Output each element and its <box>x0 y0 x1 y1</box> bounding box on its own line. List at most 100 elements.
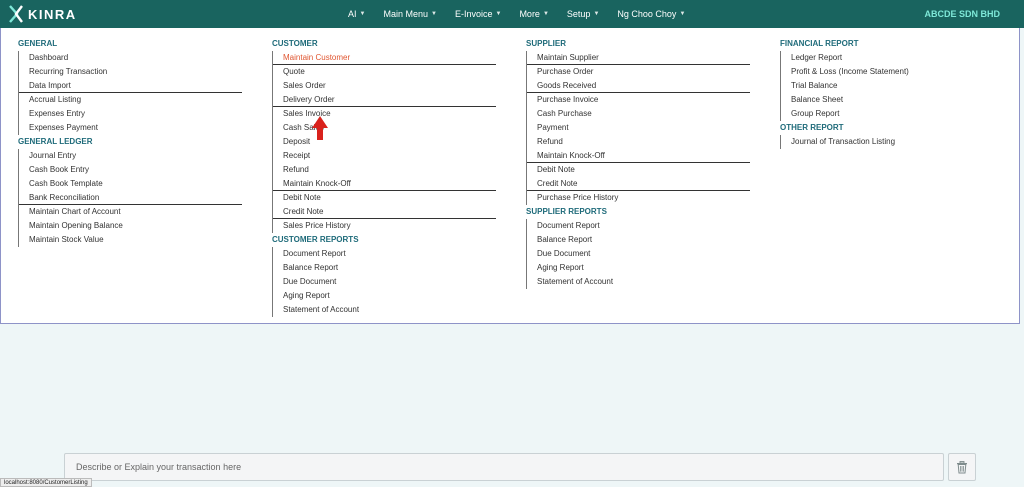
menu-item-group-report[interactable]: Group Report <box>781 107 1004 121</box>
menu-item-customer-document-report[interactable]: Document Report <box>273 247 496 261</box>
section-title-supplier: SUPPLIER <box>526 39 567 48</box>
section-title-other-report: OTHER REPORT <box>780 123 844 132</box>
nav-setup-label: Setup <box>566 9 591 19</box>
menu-item-supplier-knock-off[interactable]: Maintain Knock-Off <box>527 149 750 163</box>
menu-item-refund[interactable]: Refund <box>273 163 496 177</box>
nav-more[interactable]: More ▼ <box>519 9 548 19</box>
menu-item-profit-and-loss[interactable]: Profit & Loss (Income Statement) <box>781 65 1004 79</box>
menu-item-purchase-invoice[interactable]: Purchase Invoice <box>527 93 750 107</box>
menu-item-supplier-balance-report[interactable]: Balance Report <box>527 233 750 247</box>
menu-item-payment[interactable]: Payment <box>527 121 750 135</box>
menu-item-goods-received[interactable]: Goods Received <box>527 79 750 93</box>
customer-reports-group: Document Report Balance Report Due Docum… <box>272 247 496 317</box>
annotation-arrow-icon <box>312 116 328 140</box>
chevron-down-icon: ▼ <box>593 11 600 17</box>
nav-main-menu[interactable]: Main Menu ▼ <box>383 9 436 19</box>
menu-item-customer-aging-report[interactable]: Aging Report <box>273 289 496 303</box>
menu-item-customer-due-document[interactable]: Due Document <box>273 275 496 289</box>
trash-icon <box>957 460 967 473</box>
menu-item-delivery-order[interactable]: Delivery Order <box>273 93 496 107</box>
nav-setup[interactable]: Setup ▼ <box>567 9 599 19</box>
menu-item-sales-invoice[interactable]: Sales Invoice <box>273 107 496 121</box>
supplier-reports-group: Document Report Balance Report Due Docum… <box>526 219 750 289</box>
menu-item-debit-note[interactable]: Debit Note <box>273 191 496 205</box>
menu-column-3: SUPPLIER Maintain Supplier Purchase Orde… <box>526 37 750 289</box>
menu-item-supplier-debit-note[interactable]: Debit Note <box>527 163 750 177</box>
main-menu-dropdown: GENERAL Dashboard Recurring Transaction … <box>0 28 1020 324</box>
menu-item-balance-sheet[interactable]: Balance Sheet <box>781 93 1004 107</box>
menu-item-customer-statement-of-account[interactable]: Statement of Account <box>273 303 496 317</box>
menu-item-trial-balance[interactable]: Trial Balance <box>781 79 1004 93</box>
menu-item-expenses-payment[interactable]: Expenses Payment <box>19 121 242 135</box>
section-title-general-ledger: GENERAL LEDGER <box>18 137 93 146</box>
transaction-composer <box>64 453 944 481</box>
menu-item-supplier-document-report[interactable]: Document Report <box>527 219 750 233</box>
chevron-down-icon: ▼ <box>359 11 366 17</box>
menu-item-maintain-customer[interactable]: Maintain Customer <box>273 51 496 65</box>
financial-report-group: Ledger Report Profit & Loss (Income Stat… <box>780 51 1004 121</box>
menu-item-cash-book-entry[interactable]: Cash Book Entry <box>19 163 242 177</box>
section-title-customer: CUSTOMER <box>272 39 318 48</box>
menu-item-sales-price-history[interactable]: Sales Price History <box>273 219 496 233</box>
menu-item-journal-of-transaction-listing[interactable]: Journal of Transaction Listing <box>781 135 1004 149</box>
menu-item-dashboard[interactable]: Dashboard <box>19 51 242 65</box>
menu-item-recurring-transaction[interactable]: Recurring Transaction <box>19 65 242 79</box>
nav-main-menu-label: Main Menu <box>383 9 428 19</box>
clear-button[interactable] <box>948 453 976 481</box>
transaction-input[interactable] <box>65 454 943 480</box>
chevron-down-icon: ▼ <box>431 11 437 17</box>
menu-item-maintain-knock-off[interactable]: Maintain Knock-Off <box>273 177 496 191</box>
customer-group: Maintain Customer Quote Sales Order Deli… <box>272 51 496 233</box>
menu-item-supplier-due-document[interactable]: Due Document <box>527 247 750 261</box>
menu-item-maintain-chart-of-account[interactable]: Maintain Chart of Account <box>19 205 242 219</box>
menu-item-cash-purchase[interactable]: Cash Purchase <box>527 107 750 121</box>
supplier-group: Maintain Supplier Purchase Order Goods R… <box>526 51 750 205</box>
menu-column-2: CUSTOMER Maintain Customer Quote Sales O… <box>272 37 496 317</box>
brand-name: KINRA <box>28 6 77 22</box>
general-group: Dashboard Recurring Transaction Data Imp… <box>18 51 242 135</box>
top-navbar: KINRA AI ▼ Main Menu ▼ E-Invoice ▼ More ▼ Se… <box>0 0 1024 28</box>
menu-item-credit-note[interactable]: Credit Note <box>273 205 496 219</box>
nav-e-invoice[interactable]: E-Invoice ▼ <box>455 9 501 19</box>
chevron-down-icon: ▼ <box>542 11 549 17</box>
menu-item-maintain-stock-value[interactable]: Maintain Stock Value <box>19 233 242 247</box>
menu-item-deposit[interactable]: Deposit <box>273 135 496 149</box>
menu-item-cash-book-template[interactable]: Cash Book Template <box>19 177 242 191</box>
menu-item-supplier-aging-report[interactable]: Aging Report <box>527 261 750 275</box>
chevron-down-icon: ▼ <box>495 11 502 17</box>
kinra-logo-icon <box>9 5 23 23</box>
menu-item-expenses-entry[interactable]: Expenses Entry <box>19 107 242 121</box>
menu-item-journal-entry[interactable]: Journal Entry <box>19 149 242 163</box>
menu-item-customer-balance-report[interactable]: Balance Report <box>273 261 496 275</box>
menu-item-maintain-opening-balance[interactable]: Maintain Opening Balance <box>19 219 242 233</box>
other-report-group: Journal of Transaction Listing <box>780 135 1004 149</box>
menu-item-ledger-report[interactable]: Ledger Report <box>781 51 1004 65</box>
menu-item-receipt[interactable]: Receipt <box>273 149 496 163</box>
menu-item-purchase-price-history[interactable]: Purchase Price History <box>527 191 750 205</box>
chevron-down-icon: ▼ <box>679 11 686 17</box>
menu-item-quote[interactable]: Quote <box>273 65 496 79</box>
menu-item-accrual-listing[interactable]: Accrual Listing <box>19 93 242 107</box>
menu-column-4: FINANCIAL REPORT Ledger Report Profit & … <box>780 37 1004 149</box>
menu-item-bank-reconciliation[interactable]: Bank Reconciliation <box>19 191 242 205</box>
main-nav: AI ▼ Main Menu ▼ E-Invoice ▼ More ▼ Setup ▼ N… <box>348 0 685 28</box>
section-title-general: GENERAL <box>18 39 58 48</box>
menu-item-purchase-order[interactable]: Purchase Order <box>527 65 750 79</box>
nav-more-label: More <box>519 9 540 19</box>
menu-item-supplier-statement-of-account[interactable]: Statement of Account <box>527 275 750 289</box>
menu-column-1: GENERAL Dashboard Recurring Transaction … <box>18 37 242 247</box>
nav-user-label: Ng Choo Choy <box>617 9 677 19</box>
section-title-financial-report: FINANCIAL REPORT <box>780 39 859 48</box>
menu-item-maintain-supplier[interactable]: Maintain Supplier <box>527 51 750 65</box>
nav-ai[interactable]: AI ▼ <box>348 9 365 19</box>
status-bar-url: localhost:8080/CustomerListing <box>0 478 92 487</box>
menu-item-supplier-credit-note[interactable]: Credit Note <box>527 177 750 191</box>
menu-item-supplier-refund[interactable]: Refund <box>527 135 750 149</box>
nav-user[interactable]: Ng Choo Choy ▼ <box>617 9 685 19</box>
company-name: ABCDE SDN BHD <box>924 9 1000 19</box>
menu-item-cash-sales[interactable]: Cash Sales <box>273 121 496 135</box>
menu-item-data-import[interactable]: Data Import <box>19 79 242 93</box>
general-ledger-group: Journal Entry Cash Book Entry Cash Book … <box>18 149 242 247</box>
menu-item-sales-order[interactable]: Sales Order <box>273 79 496 93</box>
brand-logo[interactable]: KINRA <box>8 5 77 23</box>
